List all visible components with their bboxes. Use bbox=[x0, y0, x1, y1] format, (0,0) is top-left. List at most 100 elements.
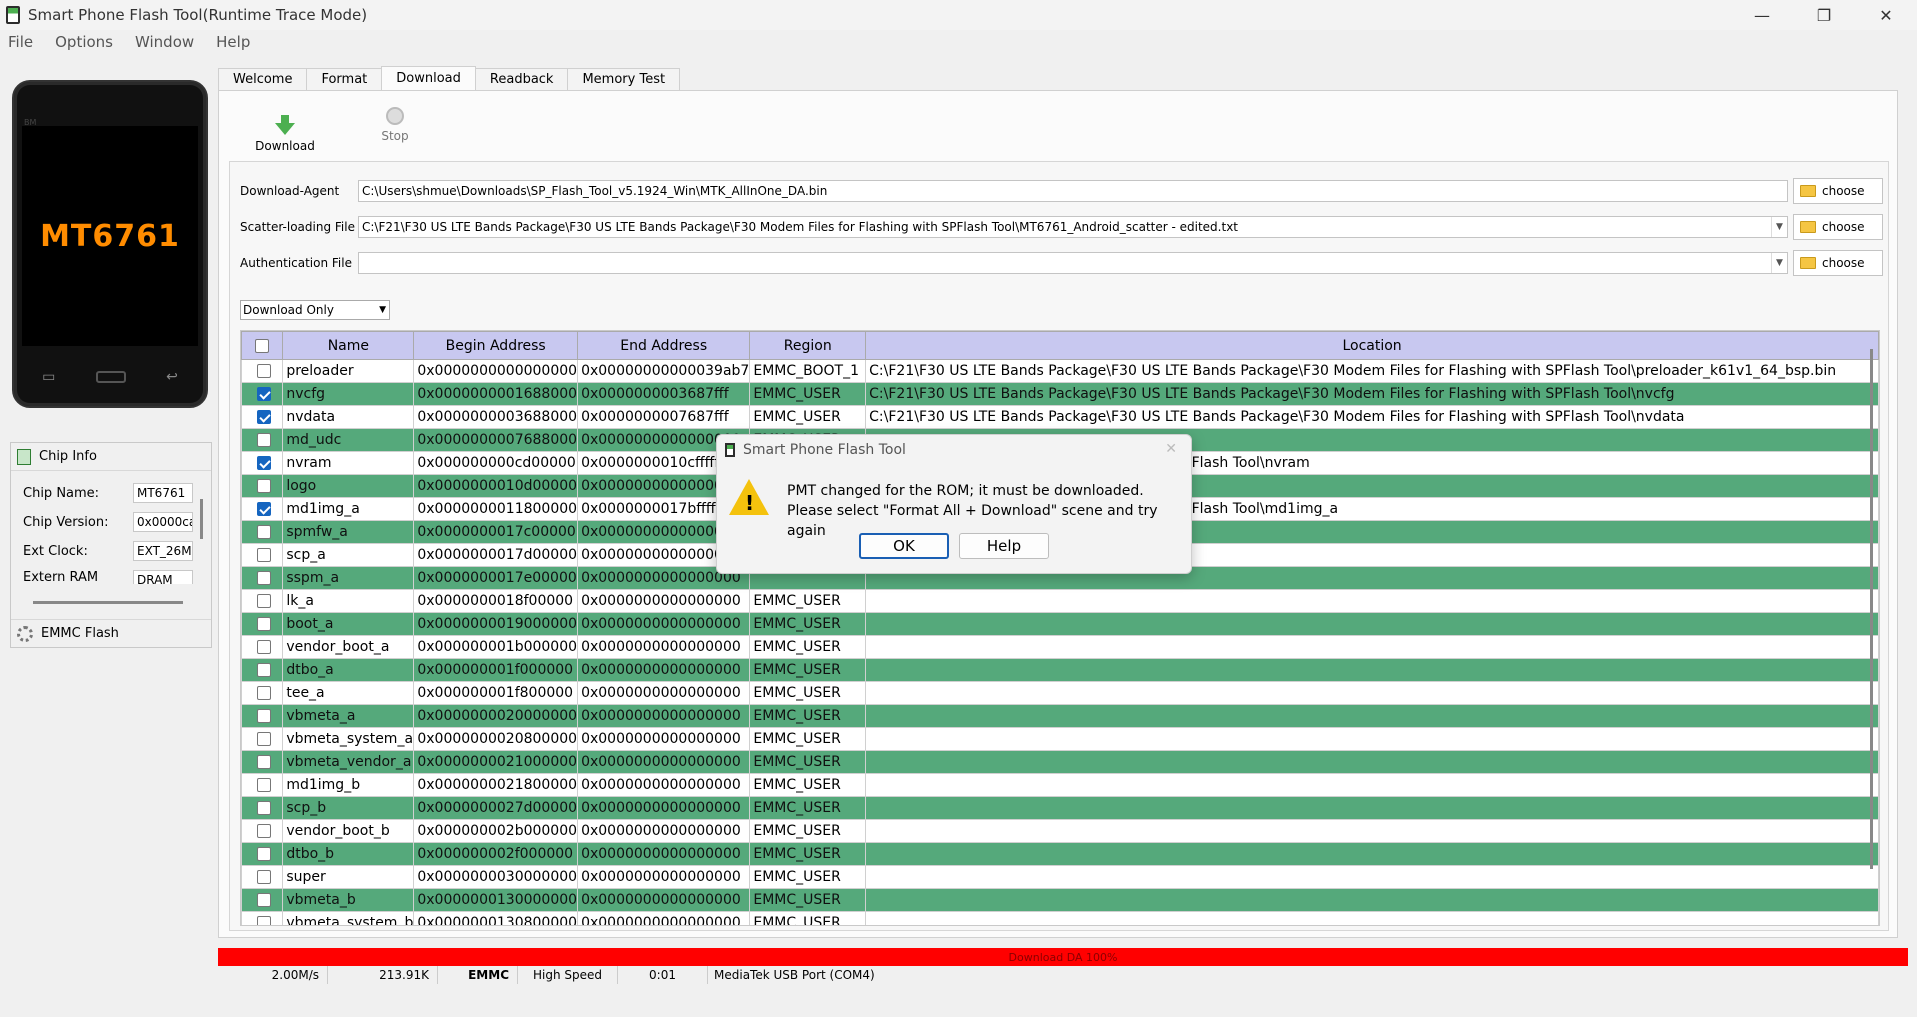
da-choose-button[interactable]: choose bbox=[1793, 178, 1883, 204]
table-row[interactable]: dtbo_a 0x000000001f000000 0x00000000000000… bbox=[241, 658, 1879, 682]
row-checkbox-cell[interactable] bbox=[241, 773, 284, 797]
row-checkbox[interactable] bbox=[256, 824, 271, 838]
menu-options[interactable]: Options bbox=[51, 33, 117, 51]
help-button[interactable]: Help bbox=[959, 533, 1049, 559]
table-row[interactable]: vbmeta_b 0x0000000130000000 0x000000000000… bbox=[241, 888, 1879, 912]
row-checkbox[interactable] bbox=[256, 387, 271, 401]
row-checkbox-cell[interactable] bbox=[241, 451, 284, 475]
row-checkbox[interactable] bbox=[256, 548, 271, 562]
table-vscroll[interactable] bbox=[1870, 349, 1873, 869]
row-checkbox[interactable] bbox=[256, 525, 271, 539]
stop-button[interactable]: Stop bbox=[345, 107, 445, 143]
row-checkbox[interactable] bbox=[256, 755, 271, 769]
chip-info-hscroll[interactable] bbox=[33, 601, 183, 604]
col-begin-address[interactable]: Begin Address bbox=[413, 331, 579, 360]
close-button[interactable]: ✕ bbox=[1855, 0, 1917, 30]
table-row[interactable]: scp_b 0x0000000027d00000 0x000000000000000… bbox=[241, 796, 1879, 820]
row-checkbox-cell[interactable] bbox=[241, 612, 284, 636]
row-checkbox[interactable] bbox=[256, 433, 271, 447]
row-checkbox[interactable] bbox=[256, 732, 271, 746]
row-checkbox[interactable] bbox=[256, 456, 271, 470]
row-checkbox[interactable] bbox=[256, 663, 271, 677]
table-row[interactable]: vendor_boot_a 0x000000001b000000 0x0000000… bbox=[241, 635, 1879, 659]
menu-help[interactable]: Help bbox=[212, 33, 254, 51]
row-checkbox-cell[interactable] bbox=[241, 865, 284, 889]
download-button[interactable]: Download bbox=[235, 107, 335, 153]
row-checkbox-cell[interactable] bbox=[241, 497, 284, 521]
row-checkbox-cell[interactable] bbox=[241, 704, 284, 728]
row-checkbox-cell[interactable] bbox=[241, 842, 284, 866]
row-checkbox-cell[interactable] bbox=[241, 543, 284, 567]
row-checkbox-cell[interactable] bbox=[241, 428, 284, 452]
row-checkbox-cell[interactable] bbox=[241, 635, 284, 659]
menu-file[interactable]: File bbox=[4, 33, 37, 51]
col-location[interactable]: Location bbox=[865, 331, 1879, 360]
table-row[interactable]: md1img_b 0x0000000021800000 0x000000000000… bbox=[241, 773, 1879, 797]
table-row[interactable]: tee_a 0x000000001f800000 0x000000000000000… bbox=[241, 681, 1879, 705]
ok-button[interactable]: OK bbox=[859, 533, 949, 559]
auth-choose-button[interactable]: choose bbox=[1793, 250, 1883, 276]
row-checkbox-cell[interactable] bbox=[241, 796, 284, 820]
table-row[interactable]: dtbo_b 0x000000002f000000 0x00000000000000… bbox=[241, 842, 1879, 866]
row-checkbox-cell[interactable] bbox=[241, 359, 284, 383]
row-checkbox[interactable] bbox=[256, 893, 271, 907]
maximize-button[interactable]: ❐ bbox=[1793, 0, 1855, 30]
emmc-flash-item[interactable]: EMMC Flash bbox=[11, 619, 211, 647]
download-mode-select[interactable]: Download Only ▼ bbox=[240, 300, 390, 320]
row-checkbox[interactable] bbox=[256, 479, 271, 493]
scatter-input[interactable]: C:\F21\F30 US LTE Bands Package\F30 US L… bbox=[358, 216, 1788, 238]
row-checkbox[interactable] bbox=[256, 709, 271, 723]
tab-memory-test[interactable]: Memory Test bbox=[567, 68, 681, 90]
tab-download[interactable]: Download bbox=[381, 66, 476, 90]
row-checkbox[interactable] bbox=[256, 571, 271, 585]
row-checkbox[interactable] bbox=[256, 502, 271, 516]
row-checkbox-cell[interactable] bbox=[241, 382, 284, 406]
col-region[interactable]: Region bbox=[749, 331, 867, 360]
table-row[interactable]: super 0x0000000030000000 0x000000000000000… bbox=[241, 865, 1879, 889]
row-checkbox-cell[interactable] bbox=[241, 819, 284, 843]
tab-format[interactable]: Format bbox=[306, 68, 383, 90]
chip-info-header[interactable]: Chip Info bbox=[11, 443, 211, 471]
table-row[interactable]: vbmeta_system_b 0x0000000130800000 0x00000… bbox=[241, 911, 1879, 925]
tab-welcome[interactable]: Welcome bbox=[218, 68, 308, 90]
minimize-button[interactable]: — bbox=[1731, 0, 1793, 30]
row-checkbox[interactable] bbox=[256, 617, 271, 631]
select-all-checkbox[interactable] bbox=[255, 338, 270, 353]
row-checkbox-cell[interactable] bbox=[241, 405, 284, 429]
row-checkbox-cell[interactable] bbox=[241, 681, 284, 705]
row-checkbox[interactable] bbox=[256, 594, 271, 608]
chevron-down-icon[interactable]: ▼ bbox=[1771, 253, 1787, 273]
row-checkbox-cell[interactable] bbox=[241, 888, 284, 912]
menu-window[interactable]: Window bbox=[131, 33, 198, 51]
row-checkbox-cell[interactable] bbox=[241, 911, 284, 925]
table-row[interactable]: vendor_boot_b 0x000000002b000000 0x0000000… bbox=[241, 819, 1879, 843]
row-checkbox[interactable] bbox=[256, 410, 271, 424]
row-checkbox[interactable] bbox=[256, 686, 271, 700]
row-checkbox[interactable] bbox=[256, 778, 271, 792]
row-checkbox[interactable] bbox=[256, 640, 271, 654]
row-checkbox[interactable] bbox=[256, 916, 271, 925]
row-checkbox-cell[interactable] bbox=[241, 658, 284, 682]
col-name[interactable]: Name bbox=[282, 331, 415, 360]
chip-info-vscroll[interactable] bbox=[200, 499, 203, 539]
table-row[interactable]: lk_a 0x0000000018f00000 0x0000000000000000… bbox=[241, 589, 1879, 613]
row-checkbox-cell[interactable] bbox=[241, 727, 284, 751]
row-checkbox[interactable] bbox=[256, 801, 271, 815]
col-end-address[interactable]: End Address bbox=[577, 331, 751, 360]
table-row[interactable]: vbmeta_vendor_a 0x0000000021000000 0x00000… bbox=[241, 750, 1879, 774]
table-row[interactable]: boot_a 0x0000000019000000 0x00000000000000… bbox=[241, 612, 1879, 636]
table-row[interactable]: preloader 0x0000000000000000 0x00000000000… bbox=[241, 359, 1879, 383]
row-checkbox-cell[interactable] bbox=[241, 589, 284, 613]
table-row[interactable]: vbmeta_a 0x0000000020000000 0x000000000000… bbox=[241, 704, 1879, 728]
table-row[interactable]: vbmeta_system_a 0x0000000020800000 0x00000… bbox=[241, 727, 1879, 751]
chevron-down-icon[interactable]: ▼ bbox=[1771, 217, 1787, 237]
select-all-header[interactable] bbox=[241, 331, 284, 360]
auth-input[interactable]: ▼ bbox=[358, 252, 1788, 274]
dialog-close-icon[interactable]: ✕ bbox=[1165, 441, 1177, 457]
row-checkbox-cell[interactable] bbox=[241, 750, 284, 774]
row-checkbox[interactable] bbox=[256, 847, 271, 861]
row-checkbox-cell[interactable] bbox=[241, 566, 284, 590]
row-checkbox[interactable] bbox=[256, 364, 271, 378]
tab-readback[interactable]: Readback bbox=[474, 68, 569, 90]
row-checkbox-cell[interactable] bbox=[241, 520, 284, 544]
